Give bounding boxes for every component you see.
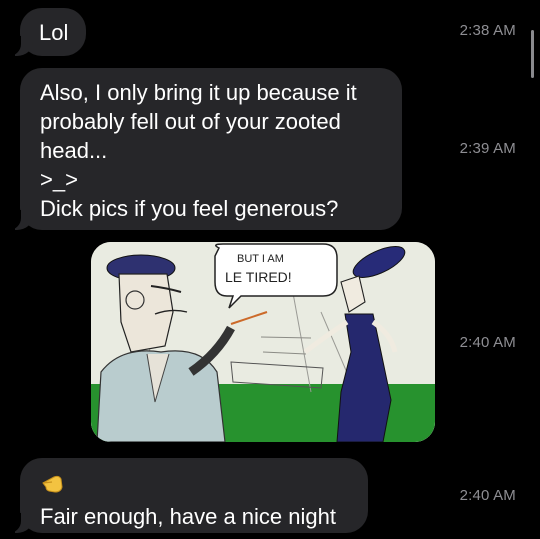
speech-text-line-2: LE TIRED! [225,269,292,285]
message-timestamp: 2:40 AM [459,334,516,351]
message-bubble[interactable]: Lol [7,8,86,56]
bubble-tail [7,210,33,230]
scrollbar[interactable] [531,30,534,78]
message-timestamp: 2:39 AM [459,140,516,157]
message-text: Also, I only bring it up because it prob… [40,80,357,221]
message-text: Lol [39,20,69,45]
message-timestamp: 2:38 AM [459,22,516,39]
speech-text-line-1: BUT I AM [237,253,284,265]
cartoon-image: BUT I AM LE TIRED! [91,242,435,442]
message-timestamp: 2:40 AM [459,487,516,504]
message-thread: Lol 2:38 AM Also, I only bring it up bec… [0,0,540,539]
image-attachment[interactable]: BUT I AM LE TIRED! [91,242,435,442]
message-bubble[interactable]: Fair enough, have a nice night [7,458,368,533]
message-text: Fair enough, have a nice night [40,504,336,529]
pointing-hand-icon [42,475,63,493]
message-bubble[interactable]: Also, I only bring it up because it prob… [7,68,402,230]
bubble-tail [7,36,33,56]
bubble-tail [7,513,33,533]
